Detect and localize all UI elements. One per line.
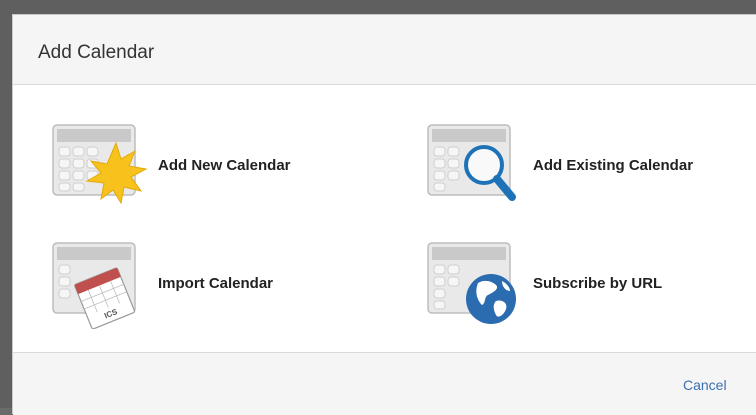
- option-label: Import Calendar: [158, 275, 274, 292]
- add-existing-calendar-option[interactable]: Add Existing Calendar: [388, 121, 728, 211]
- dialog-title: Add Calendar: [38, 42, 155, 63]
- calendar-ics-file-icon: ICS: [52, 242, 136, 329]
- calendar-starburst-icon: [52, 124, 148, 205]
- option-label: Add New Calendar: [158, 157, 291, 174]
- dialog-header: Add Calendar: [13, 15, 756, 85]
- calendar-magnifier-icon: [427, 124, 516, 201]
- cancel-button[interactable]: Cancel: [683, 377, 727, 393]
- dialog-footer: Cancel: [13, 352, 756, 415]
- option-label: Subscribe by URL: [533, 275, 663, 292]
- add-new-calendar-option[interactable]: Add New Calendar: [13, 121, 353, 211]
- option-label: Add Existing Calendar: [533, 157, 694, 174]
- subscribe-by-url-option[interactable]: Subscribe by URL: [388, 239, 728, 329]
- calendar-globe-icon: [427, 242, 516, 324]
- add-calendar-dialog: Add Calendar Add New Calendar Add Existi…: [12, 14, 756, 415]
- dialog-body: Add New Calendar Add Existing Calendar I…: [13, 85, 756, 352]
- import-calendar-option[interactable]: ICS Import Calendar: [13, 239, 353, 329]
